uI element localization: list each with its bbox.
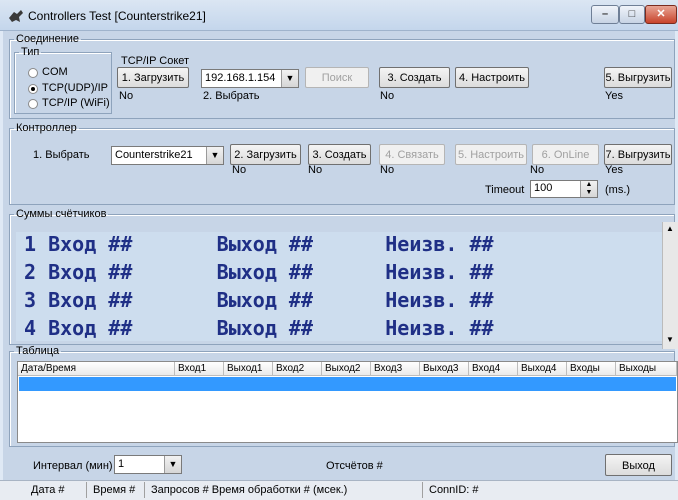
timeout-label: Timeout [485,184,525,196]
scroll-down-icon[interactable]: ▼ [666,335,674,344]
chevron-down-icon[interactable]: ▼ [281,70,298,87]
close-icon: ✕ [656,8,666,20]
controller-combo[interactable]: Counterstrike21 ▼ [111,146,224,165]
exit-button[interactable]: Выход [605,454,672,476]
counter-row-2: 2 Вход ## Выход ## Неизв. ## [24,260,494,284]
status-bar: Дата # Время # Запросов # Время обработк… [0,480,678,500]
status-time: Время # [87,482,145,498]
col-header[interactable]: Выход2 [322,362,371,376]
search-button[interactable]: Поиск [305,67,369,88]
status-date: Дата # [25,482,87,498]
col-header[interactable]: Вход1 [175,362,224,376]
conn-unload-status: Yes [605,90,623,102]
type-legend: Тип [21,46,40,58]
maximize-icon: □ [628,8,636,20]
ctrl-link-status: No [380,164,395,176]
timeout-spinner[interactable]: 100 ▲ ▼ [530,180,598,198]
conn-choose-label: 2. Выбрать [203,90,260,102]
conn-create-status: No [380,90,395,102]
col-header[interactable]: Входы [567,362,616,376]
col-header[interactable]: Выход3 [420,362,469,376]
radio-tcp-wifi-label: TCP/IP (WiFi) [42,97,110,109]
table-row[interactable] [19,377,676,391]
ctrl-load-status: No [232,164,247,176]
ctrl-create-status: No [308,164,323,176]
title-bar: Controllers Test [Counterstrike21] – □ ✕ [0,0,678,31]
col-header[interactable]: Вход2 [273,362,322,376]
counters-legend: Суммы счётчиков [16,208,107,220]
counter-row-4: 4 Вход ## Выход ## Неизв. ## [24,316,494,340]
timeout-value: 100 [534,182,553,194]
radio-tcp-wifi[interactable] [28,99,38,109]
conn-unload-button[interactable]: 5. Выгрузить [604,67,672,88]
reports-count: Отсчётов # [326,460,383,472]
col-header[interactable]: Выход4 [518,362,567,376]
ctrl-online-status: No [530,164,545,176]
counters-panel: 1 Вход ## Выход ## Неизв. ## 2 Вход ## В… [16,232,662,341]
minimize-button[interactable]: – [591,5,619,24]
counter-row-1: 1 Вход ## Выход ## Неизв. ## [24,232,494,256]
col-header[interactable]: Выход1 [224,362,273,376]
chevron-down-icon[interactable]: ▼ [164,456,181,473]
maximize-button[interactable]: □ [619,5,645,24]
col-header[interactable]: Вход3 [371,362,420,376]
radio-com[interactable] [28,68,38,78]
radio-tcp-udp-label: TCP(UDP)/IP [42,82,108,94]
status-requests: Запросов # Время обработки # (мсек.) [145,482,423,498]
ctrl-choose-label: 1. Выбрать [33,149,90,161]
minimize-icon: – [601,8,609,20]
controller-legend: Контроллер [16,122,77,134]
radio-tcp-udp[interactable] [28,84,38,94]
conn-load-status: No [119,90,134,102]
col-header[interactable]: Дата/Время [18,362,175,376]
radio-com-label: COM [42,66,68,78]
conn-create-button[interactable]: 3. Создать [379,67,450,88]
ctrl-create-button[interactable]: 3. Создать [308,144,371,165]
spinner-arrows-icon[interactable]: ▲ ▼ [580,181,597,197]
interval-combo[interactable]: 1 ▼ [114,455,182,474]
app-icon [9,10,23,22]
ip-combo[interactable]: 192.168.1.154 ▼ [201,69,299,88]
ctrl-unload-status: Yes [605,164,623,176]
counter-row-3: 3 Вход ## Выход ## Неизв. ## [24,288,494,312]
ctrl-online-button[interactable]: 6. OnLine [532,144,599,165]
ctrl-configure-button[interactable]: 5. Настроить [455,144,527,165]
ctrl-link-button[interactable]: 4. Связать [379,144,445,165]
counters-scrollbar[interactable]: ▲ ▼ [662,222,678,349]
col-header[interactable]: Вход4 [469,362,518,376]
controller-value: Counterstrike21 [115,149,193,161]
ctrl-load-button[interactable]: 2. Загрузить [230,144,301,165]
chevron-down-icon[interactable]: ▼ [206,147,223,164]
conn-configure-button[interactable]: 4. Настроить [455,67,529,88]
interval-label: Интервал (мин) [33,460,113,472]
socket-legend: TCP/IP Сокет [121,55,190,67]
conn-load-button[interactable]: 1. Загрузить [117,67,189,88]
close-button[interactable]: ✕ [645,5,677,24]
table-legend: Таблица [16,345,60,357]
timeout-unit: (ms.) [605,184,631,196]
interval-value: 1 [118,458,125,470]
ip-value: 192.168.1.154 [205,72,276,84]
ctrl-unload-button[interactable]: 7. Выгрузить [604,144,672,165]
data-table[interactable]: Дата/Время Вход1 Выход1 Вход2 Выход2 Вхо… [17,361,678,443]
connection-legend: Соединение [16,33,80,45]
window-title: Controllers Test [Counterstrike21] [28,9,206,23]
status-conn-id: ConnID: # [429,484,479,496]
scroll-up-icon[interactable]: ▲ [666,224,674,233]
col-header[interactable]: Выходы [616,362,677,376]
